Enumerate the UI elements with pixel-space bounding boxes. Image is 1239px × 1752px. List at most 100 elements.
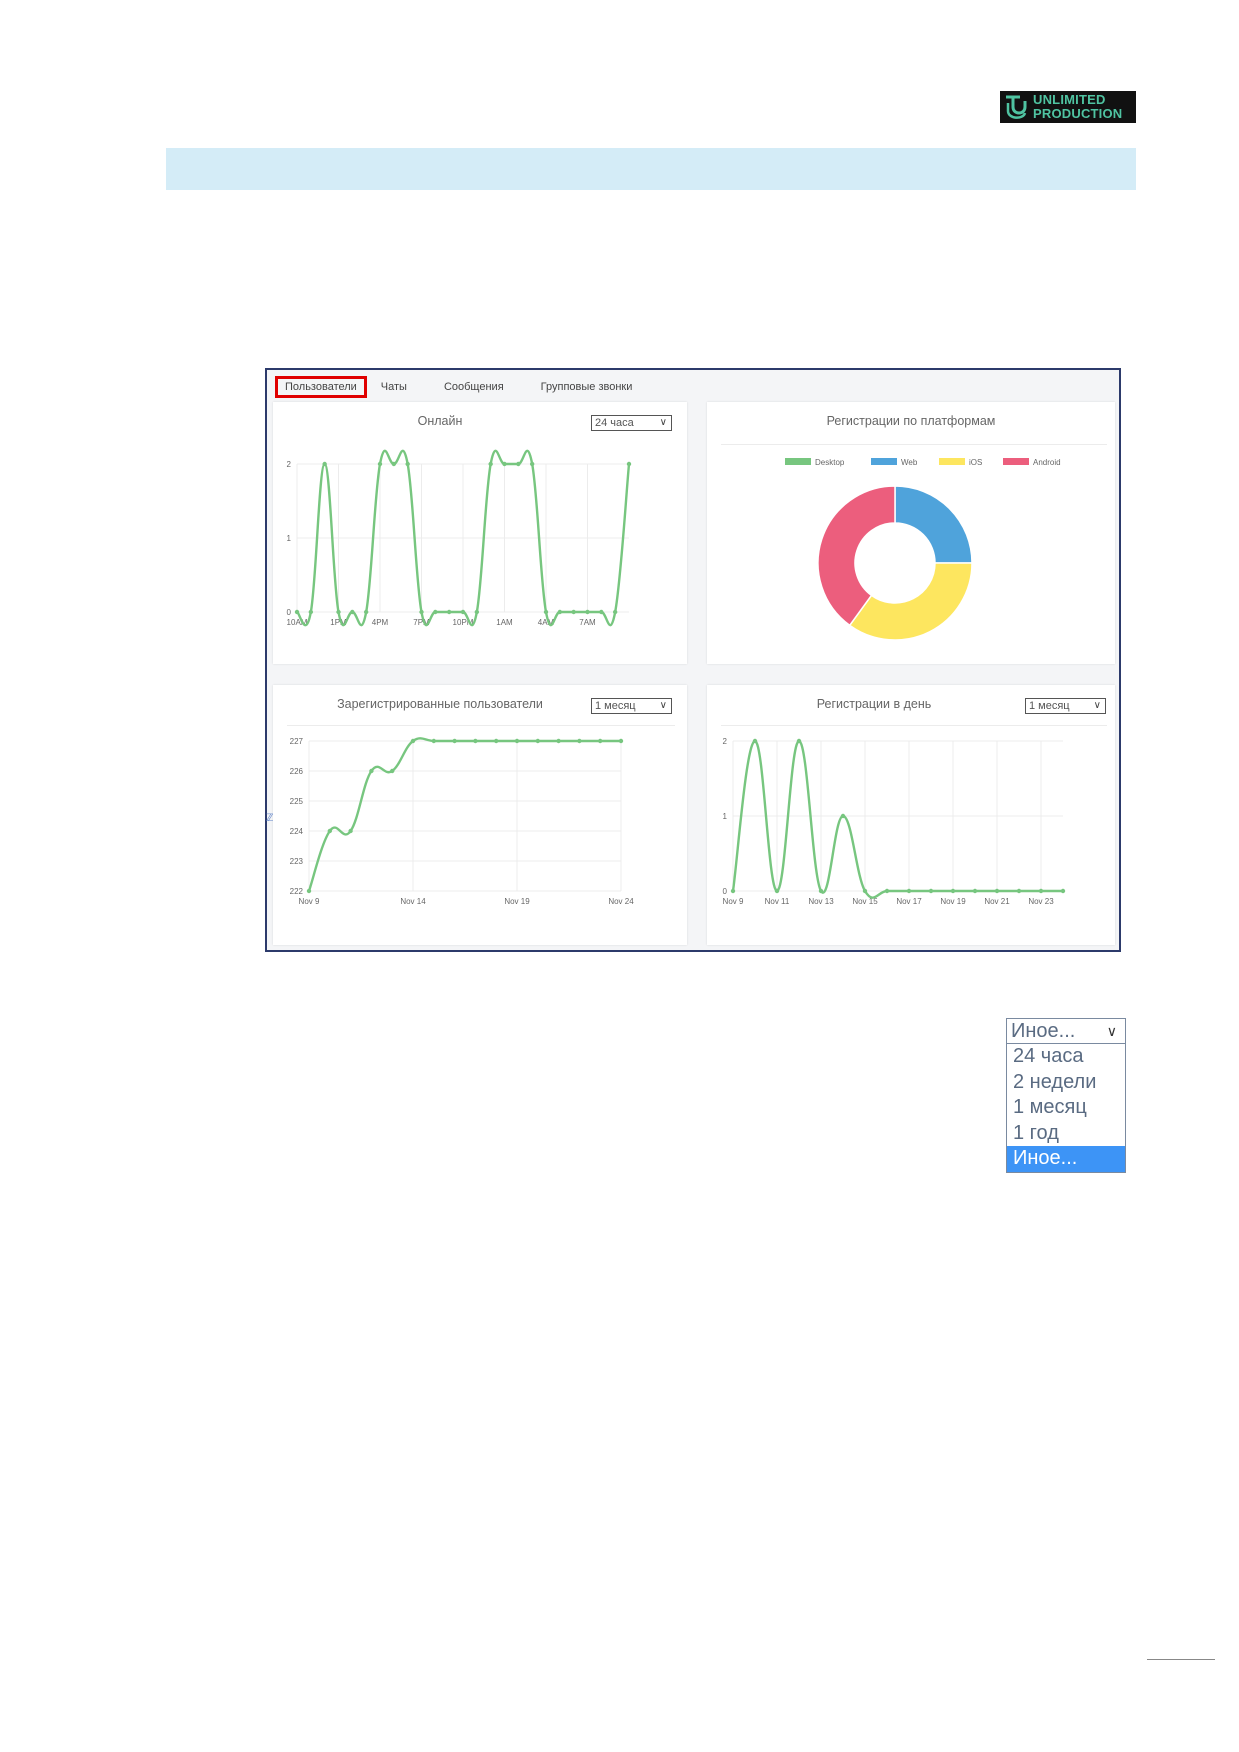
data-point [363, 609, 369, 615]
x-tick-label: Nov 24 [608, 897, 634, 906]
registered-period-select[interactable]: 1 месяц ∨ [591, 698, 672, 714]
data-point [391, 461, 397, 467]
online-card-title: Онлайн [417, 414, 463, 428]
data-point [598, 738, 603, 744]
period-option-1y[interactable]: 1 год [1007, 1121, 1125, 1147]
data-point [906, 888, 912, 894]
per-day-divider [721, 725, 1107, 726]
data-point [327, 828, 332, 834]
x-tick-label: Nov 9 [299, 897, 320, 906]
data-point [306, 888, 312, 894]
data-point [419, 609, 424, 615]
period-option-1m[interactable]: 1 месяц [1007, 1095, 1125, 1121]
x-tick-label: Nov 13 [808, 897, 834, 906]
registered-divider [287, 725, 675, 726]
data-point [529, 461, 535, 467]
data-point [1038, 888, 1044, 894]
data-point [585, 609, 590, 615]
y-tick-label: 0 [723, 887, 728, 896]
data-point [502, 461, 507, 467]
data-point [972, 888, 978, 894]
x-tick-label: 1AM [496, 618, 513, 627]
registrations-per-day-chart: 012Nov 9 Nov 11 Nov 13 Nov 15 Nov 17 Nov 19 No… [723, 737, 1066, 906]
data-point [618, 738, 624, 744]
y-tick-label: 227 [290, 737, 304, 746]
data-point [752, 738, 758, 744]
per-day-period-select[interactable]: 1 месяц ∨ [1025, 698, 1106, 714]
data-point [431, 738, 436, 744]
legend-swatch [939, 458, 965, 465]
chevron-down-icon: ∨ [659, 417, 667, 428]
period-option-2w[interactable]: 2 недели [1007, 1070, 1125, 1096]
legend-label: Web [901, 458, 918, 467]
data-point [294, 609, 300, 615]
registrations-per-day-card: Регистрации в день 1 месяц ∨ 0 1 2 Nov 9 Nov… [707, 685, 1115, 945]
data-point [377, 461, 383, 467]
data-point [350, 609, 355, 615]
section-banner [166, 148, 1136, 190]
period-dropdown[interactable]: Иное... ∨ 24 часа 2 недели 1 месяц 1 год… [1006, 1018, 1126, 1173]
stats-tabs: Пользователи Чаты Сообщения Групповые зв… [275, 376, 663, 398]
tab-chats[interactable]: Чаты [375, 377, 413, 397]
data-point [730, 888, 736, 894]
platforms-donut-chart: Desktop Web iOS Android [785, 458, 1061, 641]
data-point [862, 888, 868, 894]
tab-users[interactable]: Пользователи [275, 376, 367, 398]
tab-messages[interactable]: Сообщения [438, 377, 510, 397]
data-point [514, 738, 520, 744]
x-tick-label: Nov 21 [984, 897, 1010, 906]
legend-label: iOS [969, 458, 982, 467]
data-point [557, 609, 563, 615]
data-point [488, 461, 493, 467]
pie-slice-web [894, 485, 973, 564]
company-logo: UNLIMITED PRODUCTION [1000, 91, 1136, 123]
y-tick-label: 2 [287, 460, 292, 469]
series-line [731, 739, 1063, 899]
chevron-down-icon: ∨ [659, 700, 667, 711]
data-point [494, 738, 499, 744]
data-point [322, 461, 327, 467]
period-dropdown-value: Иное... [1011, 1020, 1076, 1042]
registered-users-card: Зарегистрированные пользователи 1 месяц … [273, 685, 687, 945]
legend-label: Desktop [815, 458, 845, 467]
period-dropdown-current[interactable]: Иное... ∨ [1007, 1019, 1125, 1044]
chevron-down-icon: ∨ [1106, 1023, 1117, 1039]
period-option-24h[interactable]: 24 часа [1007, 1044, 1125, 1070]
data-point [612, 609, 618, 615]
data-point [474, 609, 480, 615]
logo-text: UNLIMITED PRODUCTION [1033, 93, 1122, 121]
data-point [796, 738, 802, 744]
data-point [308, 609, 314, 615]
pie-slice-ios [848, 562, 973, 641]
y-tick-label: 223 [290, 857, 304, 866]
data-point [336, 609, 341, 615]
data-point [840, 813, 846, 819]
y-tick-label: 1 [287, 534, 292, 543]
data-point [390, 768, 395, 774]
data-point [446, 609, 452, 615]
data-point [543, 609, 549, 615]
tab-group-calls[interactable]: Групповые звонки [535, 377, 639, 397]
y-tick-label: 0 [287, 608, 292, 617]
data-point [599, 609, 604, 615]
online-period-select[interactable]: 24 часа ∨ [591, 415, 672, 431]
logo-line-1: UNLIMITED [1033, 92, 1106, 107]
data-point [556, 738, 561, 744]
x-tick-label: Nov 9 [723, 897, 744, 906]
y-tick-label: 225 [290, 797, 304, 806]
y-tick-label: 1 [723, 812, 728, 821]
data-point [348, 828, 353, 834]
logo-mark-icon [1006, 95, 1027, 119]
data-point [452, 738, 457, 744]
legend-label: Android [1033, 458, 1061, 467]
left-edge-marker: ℤ [266, 813, 274, 824]
platforms-card: Регистрации по платформам Desktop Web iOS A… [707, 402, 1115, 664]
period-option-other[interactable]: Иное... [1007, 1146, 1125, 1172]
data-point [410, 738, 416, 744]
data-point [369, 768, 374, 774]
y-tick-label: 222 [290, 887, 304, 896]
data-point [884, 888, 890, 894]
logo-line-2: PRODUCTION [1033, 106, 1123, 121]
online-chart: 0121PM 4PM 7PM 10PM 1AM 4AM 7AM10AM [287, 449, 632, 627]
data-point [571, 609, 576, 615]
